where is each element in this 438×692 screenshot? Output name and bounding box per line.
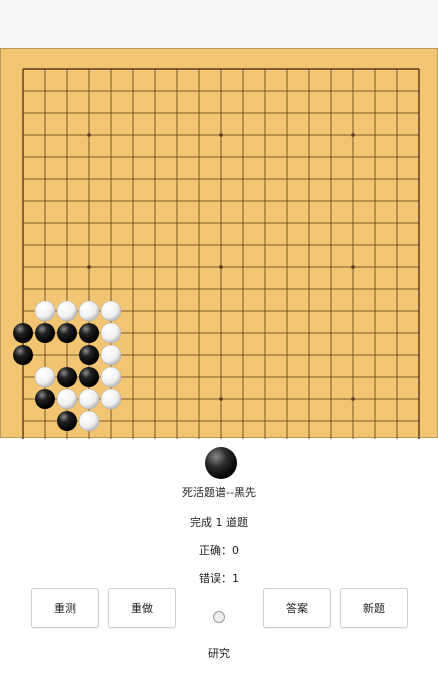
new-problem-button[interactable]: 新题 [340,588,408,628]
top-bar [0,0,438,48]
black-stone [13,323,33,343]
black-stone [57,323,77,343]
white-stone [34,300,56,322]
star-point [351,265,355,269]
star-point [219,397,223,401]
white-stone [78,388,100,410]
white-stone [100,322,122,344]
white-stone [56,300,78,322]
black-stone [79,345,99,365]
white-stone [100,300,122,322]
correct-count: 正确：0 [199,544,239,557]
star-point [351,133,355,137]
white-stone [100,344,122,366]
star-point [351,397,355,401]
white-stone [100,388,122,410]
go-board[interactable] [0,48,438,439]
star-point [87,265,91,269]
wrong-count: 错误：1 [199,572,239,585]
white-stone [56,388,78,410]
answer-button[interactable]: 答案 [263,588,331,628]
research-label: 研究 [208,647,230,660]
turn-black-stone-icon [205,447,237,479]
retest-button[interactable]: 重测 [31,588,99,628]
white-stone [78,300,100,322]
black-stone [79,323,99,343]
redo-button[interactable]: 重做 [108,588,176,628]
white-stone [78,410,100,432]
black-stone [57,367,77,387]
research-radio[interactable] [213,611,225,623]
completed-count: 完成 1 道题 [190,516,248,529]
star-point [87,133,91,137]
star-point [219,133,223,137]
board-grid[interactable] [1,49,438,439]
black-stone [79,367,99,387]
star-point [219,265,223,269]
white-stone [34,366,56,388]
white-stone [100,366,122,388]
black-stone [57,411,77,431]
black-stone [35,389,55,409]
black-stone [13,345,33,365]
problem-title: 死活题谱--黑先 [182,486,256,499]
black-stone [35,323,55,343]
